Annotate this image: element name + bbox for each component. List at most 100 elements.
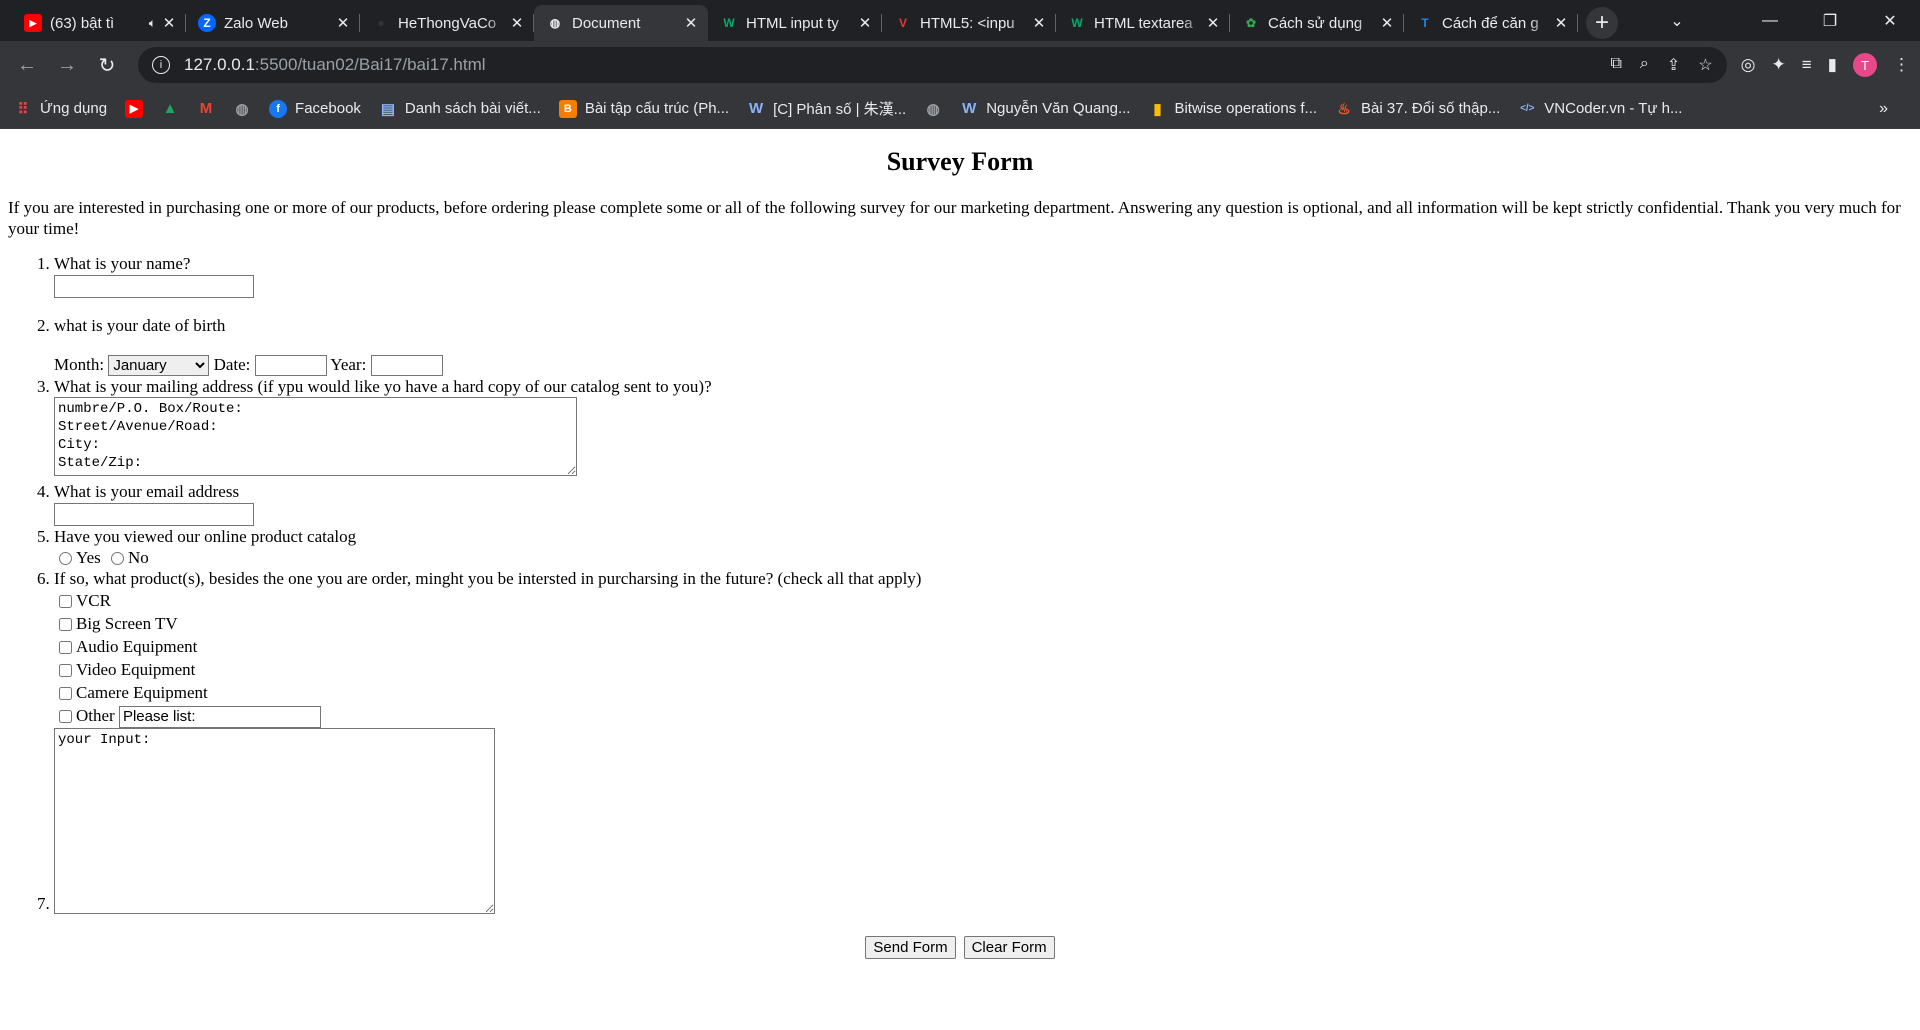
tab-5[interactable]: V HTML5: <inpu ✕ [882,5,1056,41]
question-label: What is your mailing address (if ypu wou… [54,377,712,397]
bookmark-0[interactable]: ⠿ Ứng dụng [14,100,108,118]
back-button[interactable]: ← [10,48,44,82]
close-tab-icon[interactable]: ✕ [160,14,178,32]
bookmark-11[interactable]: ▮ Bitwise operations f... [1148,100,1317,118]
close-tab-icon[interactable]: ✕ [682,14,700,32]
year-label: Year: [330,354,367,374]
close-window-button[interactable]: ✕ [1860,0,1920,41]
bookmark-7[interactable]: B Bài tập cấu trúc (Ph... [558,99,729,118]
forward-button[interactable]: → [50,48,84,82]
close-tab-icon[interactable]: ✕ [1378,14,1396,32]
v1-icon: V [898,16,907,30]
tab-4[interactable]: W HTML input ty ✕ [708,5,882,41]
close-tab-icon[interactable]: ✕ [856,14,874,32]
gmail-icon: M [199,100,213,117]
comments-textarea[interactable]: your Input: [54,727,495,914]
bookmark-1[interactable]: ▶ [125,99,144,118]
menu-kebab-icon[interactable]: ⋮ [1893,55,1910,75]
bookmarks-overflow-icon[interactable]: » [1879,100,1888,118]
close-tab-icon[interactable]: ✕ [334,14,352,32]
bookmark-10[interactable]: W Nguyễn Văn Quang... [960,100,1130,118]
no-radio[interactable] [111,552,124,566]
tab-search-chevron-icon[interactable]: ⌄ [1654,0,1700,41]
tab-7[interactable]: ✿ Cách sử dụng ✕ [1230,5,1404,41]
w3schools-icon: W [723,16,735,30]
yes-radio[interactable] [59,552,72,566]
new-tab-button[interactable]: + [1586,7,1618,39]
tab-6[interactable]: W HTML textarea ✕ [1056,5,1230,41]
site-info-icon[interactable]: i [152,56,170,74]
bookmark-3[interactable]: M [197,100,215,118]
compass-extension-icon[interactable]: ◎ [1741,55,1756,75]
minimize-button[interactable]: — [1740,0,1800,41]
product-checkbox[interactable] [59,687,72,701]
close-tab-icon[interactable]: ✕ [1552,14,1570,32]
question-label: Have you viewed our online product catal… [54,526,357,546]
email-input[interactable] [54,502,254,526]
month-select[interactable]: January [108,355,210,377]
intro-paragraph: If you are interested in purchasing one … [8,198,1901,238]
media-playlist-icon[interactable]: ≡ [1802,55,1812,75]
mailing-address-textarea[interactable]: numbre/P.O. Box/Route: Street/Avenue/Roa… [54,397,577,477]
zoom-icon[interactable]: ⌕ [1640,55,1649,75]
tab-title: (63) bật tì [50,14,115,32]
date-input[interactable] [254,355,327,377]
share-icon[interactable]: ⇪ [1667,55,1680,75]
tab-3[interactable]: ◍ Document ✕ [534,5,708,41]
bookmark-4[interactable]: ◍ [233,100,251,118]
translate-icon[interactable]: ⧉ [1610,55,1621,75]
wordpress-icon: W [962,100,977,117]
question-label: What is your email address [54,482,240,502]
close-tab-icon[interactable]: ✕ [1204,14,1222,32]
reload-button[interactable]: ↻ [90,48,124,82]
tab-0[interactable]: ▶ (63) bật tì 🔈︎ ✕ [12,5,186,41]
globe-icon: ◍ [235,100,249,118]
url-path: :5500/tuan02/Bai17/bai17.html [254,55,486,74]
close-tab-icon[interactable]: ✕ [1030,14,1048,32]
other-checkbox[interactable] [59,710,72,724]
bookmark-13[interactable]: </> VNCoder.vn - Tự h... [1518,100,1682,118]
w3schools-icon: W [1071,16,1083,30]
name-input[interactable] [54,274,254,298]
side-panel-icon[interactable]: ▮ [1828,55,1837,75]
year-input[interactable] [370,355,443,377]
blogger-icon: B [558,99,577,118]
send-form-button[interactable]: Send Form [865,935,956,959]
bookmark-label: Nguyễn Văn Quang... [986,100,1131,117]
date-label: Date: [213,354,251,374]
bookmark-2[interactable]: ▲ [161,100,179,118]
bookmark-star-icon[interactable]: ☆ [1698,55,1712,75]
tab-2[interactable]: ● HeThongVaCo ✕ [360,5,534,41]
address-bar[interactable]: i 127.0.0.1:5500/tuan02/Bai17/bai17.html… [138,47,1727,83]
tab-1[interactable]: Z Zalo Web ✕ [186,5,360,41]
restore-button[interactable]: ❐ [1800,0,1860,41]
zalo-icon: Z [198,14,216,32]
tab-title: HTML5: <inpu [920,14,1015,32]
product-row: Big Screen TV [54,612,1912,635]
product-checkbox[interactable] [59,618,72,632]
product-label: Big Screen TV [76,613,178,633]
globe-icon: ◍ [926,100,940,118]
speaker-icon[interactable]: 🔈︎ [149,16,156,31]
profile-avatar[interactable]: T [1853,53,1877,77]
other-products-input[interactable] [118,705,321,728]
close-tab-icon[interactable]: ✕ [508,14,526,32]
code-icon: </> [1520,103,1535,114]
github-icon: ● [377,16,385,30]
product-checkbox[interactable] [59,595,72,609]
question-label: What is your name? [54,254,191,273]
product-checkbox[interactable] [59,641,72,655]
product-label: Camere Equipment [76,682,208,702]
product-checkbox[interactable] [59,664,72,678]
bookmark-8[interactable]: W [C] Phân số | 朱漢... [747,98,906,119]
bookmark-9[interactable]: ◍ [924,100,942,118]
tab-8[interactable]: T Cách để căn g ✕ [1404,5,1578,41]
bookmarks-bar: ⠿ Ứng dụng ▶ ▲ M ◍ f Facebook ▤ Danh sách bài viế… [0,89,1920,129]
bookmark-6[interactable]: ▤ Danh sách bài viết... [379,100,541,118]
product-label: VCR [76,590,111,610]
extensions-puzzle-icon[interactable]: ✦ [1771,55,1785,75]
bookmark-12[interactable]: ♨ Bài 37. Đổi số thập... [1335,100,1500,118]
tab-title: Cách để căn g [1442,14,1539,32]
bookmark-5[interactable]: f Facebook [269,99,361,118]
clear-form-button[interactable]: Clear Form [963,935,1055,959]
